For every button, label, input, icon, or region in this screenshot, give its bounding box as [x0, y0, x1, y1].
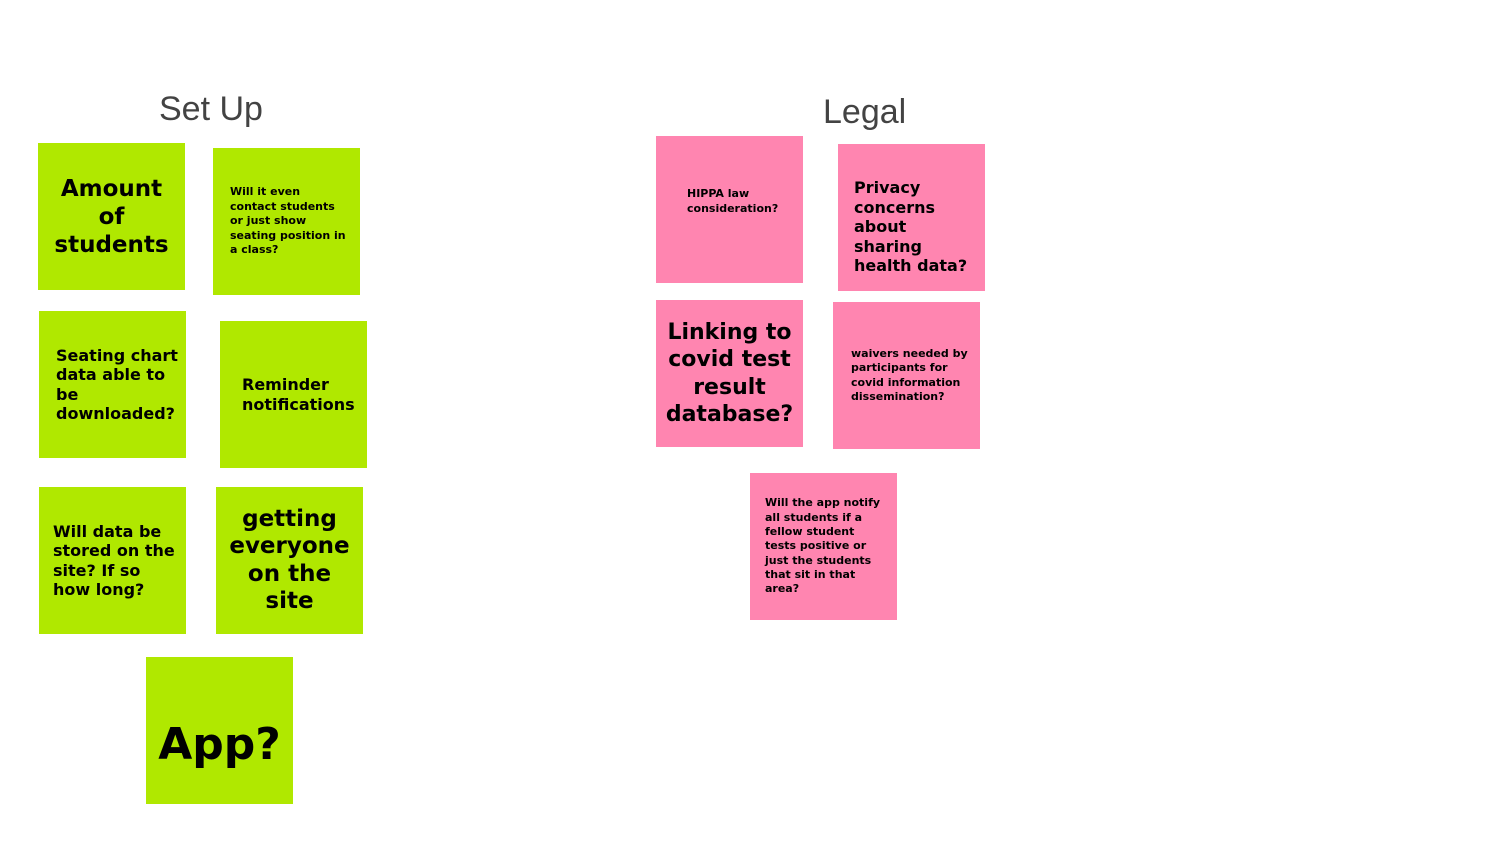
sticky-note-text: waivers needed by participants for covid… [851, 346, 968, 404]
sticky-note-text: getting everyone on the site [229, 505, 350, 615]
setup-group-title: Set Up [159, 90, 263, 128]
sticky-note-app-notify-students[interactable]: Will the app notify all students if a fe… [750, 473, 897, 620]
sticky-note-text: Reminder notifications [242, 374, 355, 414]
sticky-note-privacy-concerns[interactable]: Privacy concerns about sharing health da… [838, 144, 985, 291]
sticky-note-hippa-law[interactable]: HIPPA law consideration? [656, 136, 803, 283]
sticky-note-seating-chart-download[interactable]: Seating chart data able to be downloaded… [39, 311, 186, 458]
sticky-note-text: Seating chart data able to be downloaded… [56, 345, 178, 424]
sticky-note-covid-test-database[interactable]: Linking to covid test result database? [656, 300, 803, 447]
sticky-note-reminder-notifications[interactable]: Reminder notifications [220, 321, 367, 468]
sticky-note-text: HIPPA law consideration? [687, 187, 779, 215]
sticky-note-waivers[interactable]: waivers needed by participants for covid… [833, 302, 980, 449]
sticky-note-text: Will the app notify all students if a fe… [765, 496, 881, 596]
sticky-note-text: Will it even contact students or just sh… [230, 185, 346, 257]
sticky-note-getting-everyone-on-site[interactable]: getting everyone on the site [216, 487, 363, 634]
sticky-note-text: Privacy concerns about sharing health da… [854, 178, 968, 275]
sticky-note-app[interactable]: App? [146, 657, 293, 804]
sticky-note-text: Amount of students [54, 175, 169, 258]
whiteboard-canvas: Set Up Legal Amount of students Will it … [0, 0, 1510, 843]
sticky-note-text: App? [158, 718, 281, 770]
sticky-note-text: Will data be stored on the site? If so h… [53, 521, 175, 600]
sticky-note-data-storage[interactable]: Will data be stored on the site? If so h… [39, 487, 186, 634]
sticky-note-text: Linking to covid test result database? [665, 319, 794, 428]
legal-group-title: Legal [823, 93, 907, 131]
sticky-note-contact-students[interactable]: Will it even contact students or just sh… [213, 148, 360, 295]
sticky-note-amount-of-students[interactable]: Amount of students [38, 143, 185, 290]
